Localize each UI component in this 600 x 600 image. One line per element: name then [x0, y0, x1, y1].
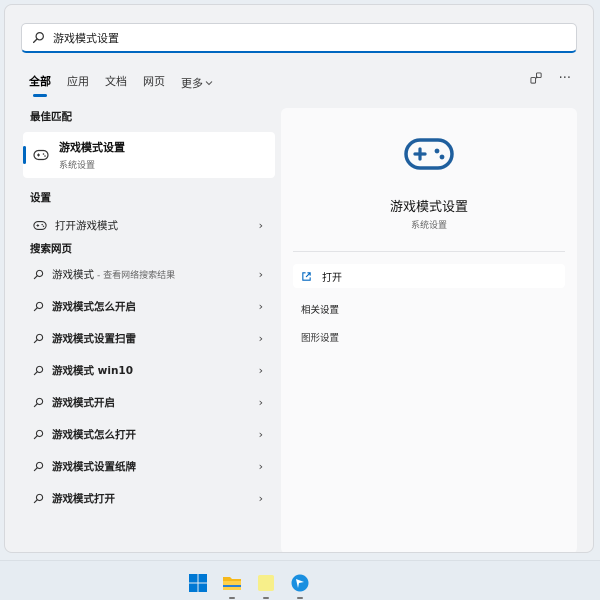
running-indicator: [297, 597, 303, 599]
web-result-item[interactable]: 游戏模式设置纸牌 ›: [23, 450, 275, 482]
web-result-item[interactable]: 游戏模式 - 查看网络搜索结果 ›: [23, 258, 275, 290]
search-query[interactable]: 游戏模式设置: [53, 30, 119, 46]
browser-icon[interactable]: [290, 573, 310, 593]
web-result-item[interactable]: 游戏模式 win10 ›: [23, 354, 275, 386]
filter-tabs: 全部 应用 文档 网页 更多: [29, 73, 229, 93]
web-result-label: 游戏模式怎么打开: [52, 428, 136, 441]
web-result-item[interactable]: 游戏模式怎么打开 ›: [23, 418, 275, 450]
search-input[interactable]: 游戏模式设置: [21, 23, 577, 53]
settings-item-open-game-mode[interactable]: 打开游戏模式 ›: [23, 209, 275, 241]
running-indicator: [263, 597, 269, 599]
detail-pane: 游戏模式设置 系统设置 打开 相关设置 图形设置: [281, 108, 577, 552]
best-match-title: 游戏模式设置: [59, 141, 125, 154]
web-result-label: 游戏模式打开: [52, 492, 115, 505]
file-explorer-icon[interactable]: [222, 573, 242, 593]
tab-documents[interactable]: 文档: [105, 73, 127, 93]
related-settings-header: 相关设置: [301, 305, 340, 316]
web-result-label: 游戏模式设置纸牌: [52, 460, 136, 473]
graphics-settings-link[interactable]: 图形设置: [301, 330, 339, 344]
web-result-item[interactable]: 游戏模式开启 ›: [23, 386, 275, 418]
gamepad-icon: [404, 138, 454, 170]
tab-web[interactable]: 网页: [143, 73, 165, 93]
search-icon: [33, 269, 44, 279]
detail-subtitle: 系统设置: [410, 221, 447, 231]
running-indicator: [229, 597, 235, 599]
tab-all[interactable]: 全部: [29, 73, 51, 93]
web-result-item[interactable]: 游戏模式怎么开启 ›: [23, 290, 275, 322]
web-result-label: 游戏模式怎么开启: [52, 300, 136, 313]
open-button[interactable]: 打开: [293, 264, 565, 288]
web-result-hint: - 查看网络搜索结果: [97, 270, 176, 281]
search-panel: 游戏模式设置 全部 应用 文档 网页 更多 ··· 最佳匹配 游戏模式设置 系统…: [4, 4, 594, 553]
web-result-label: 游戏模式: [52, 268, 94, 281]
tab-more[interactable]: 更多: [181, 73, 213, 93]
chevron-right-icon: ›: [258, 427, 263, 441]
search-icon: [33, 461, 44, 471]
sticky-notes-icon[interactable]: [256, 573, 276, 593]
chevron-right-icon: ›: [258, 491, 263, 505]
open-external-icon: [302, 271, 311, 281]
chevron-right-icon: ›: [258, 363, 263, 377]
search-icon: [33, 365, 44, 375]
windows-logo-icon[interactable]: [188, 573, 208, 593]
tab-apps[interactable]: 应用: [67, 73, 89, 93]
search-icon: [32, 32, 44, 44]
open-label: 打开: [322, 272, 342, 284]
top-actions: ···: [530, 71, 571, 86]
search-icon: [33, 397, 44, 407]
taskbar: [0, 560, 600, 600]
web-result-item[interactable]: 游戏模式打开 ›: [23, 482, 275, 514]
best-match-item[interactable]: 游戏模式设置 系统设置: [23, 132, 275, 178]
chevron-down-icon: [205, 81, 213, 86]
tab-more-label: 更多: [181, 77, 203, 90]
section-best-match: 最佳匹配: [30, 111, 72, 123]
web-result-label: 游戏模式设置扫雷: [52, 332, 136, 345]
web-result-label: 游戏模式开启: [52, 396, 115, 409]
gamepad-icon: [33, 220, 47, 230]
chevron-right-icon: ›: [258, 331, 263, 345]
gamepad-icon: [33, 149, 49, 161]
search-icon: [33, 333, 44, 343]
chevron-right-icon: ›: [258, 395, 263, 409]
web-result-label: 游戏模式 win10: [52, 364, 134, 377]
more-options-icon[interactable]: ···: [559, 71, 571, 86]
chevron-right-icon: ›: [258, 299, 263, 313]
chevron-right-icon: ›: [258, 267, 263, 281]
divider: [293, 251, 565, 252]
share-icon[interactable]: [530, 72, 543, 85]
section-settings: 设置: [30, 192, 51, 204]
settings-item-label: 打开游戏模式: [55, 219, 118, 232]
chevron-right-icon: ›: [258, 459, 263, 473]
best-match-subtitle: 系统设置: [59, 161, 96, 171]
search-icon: [33, 493, 44, 503]
search-icon: [33, 429, 44, 439]
results-list: 最佳匹配 游戏模式设置 系统设置 设置 打开游戏模式 › 搜索网页 游戏模式 -…: [23, 109, 275, 514]
detail-title: 游戏模式设置: [389, 200, 468, 215]
web-result-item[interactable]: 游戏模式设置扫雷 ›: [23, 322, 275, 354]
chevron-right-icon: ›: [258, 218, 263, 232]
search-icon: [33, 301, 44, 311]
section-web-search: 搜索网页: [30, 243, 72, 255]
